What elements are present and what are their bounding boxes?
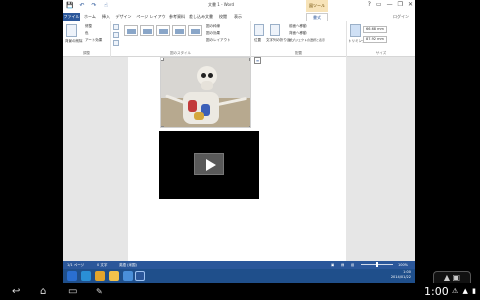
read-mode-icon[interactable]: ▣ [331,261,334,269]
tab-format[interactable]: 書式 [306,13,328,21]
style-thumbnail[interactable] [188,25,202,36]
system-tray: 1:00 2014/01/22 [391,270,411,280]
app-icon[interactable] [123,271,133,281]
corrections-button[interactable]: 修整 [85,24,92,29]
windows-taskbar: 1:00 2014/01/22 [63,269,415,283]
style-thumbnail[interactable] [156,25,170,36]
start-icon[interactable] [67,271,77,281]
tab-home[interactable]: ホーム [83,13,97,21]
document-page[interactable]: ≡ [128,57,346,261]
bring-forward-button[interactable]: 前面へ移動 [289,24,307,29]
tab-insert[interactable]: 挿入 [100,13,112,21]
picture-layout-button[interactable]: 図のレイアウト [206,38,231,43]
note-icon[interactable]: ✎ [96,286,103,297]
selection-pane-button[interactable]: オブジェクトの選択と表示 [289,38,325,42]
picture-effects-button[interactable]: 図の効果 [206,31,220,36]
word-window: 💾 ↶ ↷ ☝ 文書 1 - Word 図ツール ? ▭ — ❐ ✕ ファイル … [63,0,415,283]
user-sign-in[interactable]: ログイン [393,14,409,20]
word-taskbar-icon[interactable] [135,271,145,281]
width-field[interactable]: 87.92 mm [363,36,387,43]
ie-icon[interactable] [81,271,91,281]
recent-apps-icon[interactable]: ▭ [68,286,77,297]
restore-button[interactable]: ❐ [398,1,403,9]
video-frame[interactable] [159,131,259,199]
word-count[interactable]: 0 文字 [97,261,107,269]
status-icons: ⚠ ▲ ▮ [452,287,477,295]
styles-group-label: 図のスタイル [170,51,191,55]
tab-mailings[interactable]: 差し込み文書 [188,13,214,21]
remove-background-icon[interactable] [66,24,77,37]
resize-handle[interactable] [161,58,164,61]
style-thumbnail[interactable] [172,25,186,36]
height-field[interactable]: 66.68 mm [363,26,387,33]
help-button[interactable]: ? [368,1,371,9]
zoom-level[interactable]: 100% [398,261,408,269]
ribbon: 背景の削除 修整 色 アート効果 調整 図の枠線 図の効果 図のレイアウト 図の… [63,21,415,57]
remove-background-label: 背景の削除 [65,39,83,43]
size-group-label: サイズ [375,51,387,55]
play-icon[interactable] [194,153,224,175]
tab-review[interactable]: 校閲 [217,13,229,21]
title-bar: 💾 ↶ ↷ ☝ 文書 1 - Word 図ツール ? ▭ — ❐ ✕ [63,0,415,12]
position-label: 位置 [254,38,261,42]
adjust-group-label: 調整 [83,51,90,55]
resize-handle[interactable] [161,126,164,127]
zoom-slider-knob[interactable] [376,262,378,267]
language-indicator[interactable]: 英語 (米国) [119,261,137,269]
document-area: ≡ [63,57,415,261]
send-backward-button[interactable]: 背面へ移動 [289,31,307,36]
arrange-group: 位置 文字列の折り返し 前面へ移動 背面へ移動 オブジェクトの選択と表示 配置 [251,21,347,57]
tablet-frame: 💾 ↶ ↷ ☝ 文書 1 - Word 図ツール ? ▭ — ❐ ✕ ファイル … [0,0,480,300]
web-layout-icon[interactable]: ▥ [351,261,354,269]
position-icon[interactable] [254,24,264,36]
home-icon[interactable]: ⌂ [40,286,46,297]
ribbon-tabs: ファイル ホーム 挿入 デザイン ページ レイアウト 参考資料 差し込み文書 校… [63,12,415,27]
reset-picture-icon[interactable] [113,40,119,46]
taskbar-date[interactable]: 2014/01/22 [391,275,411,280]
chrome-icon[interactable] [95,271,105,281]
redo-icon[interactable]: ↷ [90,2,98,9]
picture-tools-label: 図ツール [306,0,328,12]
size-group: トリミング 66.68 mm 87.92 mm サイズ [347,21,415,57]
resize-handle[interactable] [249,126,250,127]
print-layout-icon[interactable]: ▤ [341,261,344,269]
style-thumbnail[interactable] [124,25,138,36]
skeleton-photo[interactable] [160,57,251,128]
artistic-effects-button[interactable]: アート効果 [85,38,102,43]
save-icon[interactable]: 💾 [66,2,74,9]
tab-design[interactable]: デザイン [115,13,132,21]
picture-styles-group: 図の枠線 図の効果 図のレイアウト 図のスタイル [111,21,251,57]
window-controls: ? ▭ — ❐ ✕ [368,1,413,9]
ribbon-display-button[interactable]: ▭ [376,1,382,9]
quick-access-toolbar: 💾 ↶ ↷ ☝ [66,2,110,9]
resize-handle[interactable] [249,58,250,61]
side-panel-button[interactable]: ▲ ▣ [433,271,471,283]
android-nav-bar: ↩ ⌂ ▭ ✎ 1:00 ⚠ ▲ ▮ [0,283,480,300]
back-icon[interactable]: ↩ [12,286,20,297]
change-picture-icon[interactable] [113,32,119,38]
adjust-group: 背景の削除 修整 色 アート効果 調整 [63,21,111,57]
minimize-button[interactable]: — [387,1,393,9]
undo-icon[interactable]: ↶ [78,2,86,9]
arrange-group-label: 配置 [295,51,302,55]
color-button[interactable]: 色 [85,31,89,36]
layout-options-icon[interactable]: ≡ [254,57,261,64]
android-clock: 1:00 [424,285,449,298]
tab-page-layout[interactable]: ページ レイアウト [135,13,167,27]
picture-border-button[interactable]: 図の枠線 [206,24,220,29]
style-thumbnail[interactable] [140,25,154,36]
crop-icon[interactable] [350,24,361,37]
touch-mode-icon[interactable]: ☝ [102,2,110,9]
wrap-text-icon[interactable] [270,24,280,36]
window-title: 文書 1 - Word [208,2,235,7]
explorer-icon[interactable] [109,271,119,281]
page-count[interactable]: 1/1 ページ [67,261,84,269]
close-button[interactable]: ✕ [408,1,413,9]
status-bar: 1/1 ページ 0 文字 英語 (米国) ▣ ▤ ▥ 100% [63,261,415,269]
tab-view[interactable]: 表示 [232,13,244,21]
tab-references[interactable]: 参考資料 [169,13,185,21]
compress-icon[interactable] [113,24,119,30]
tab-file[interactable]: ファイル [63,13,80,21]
